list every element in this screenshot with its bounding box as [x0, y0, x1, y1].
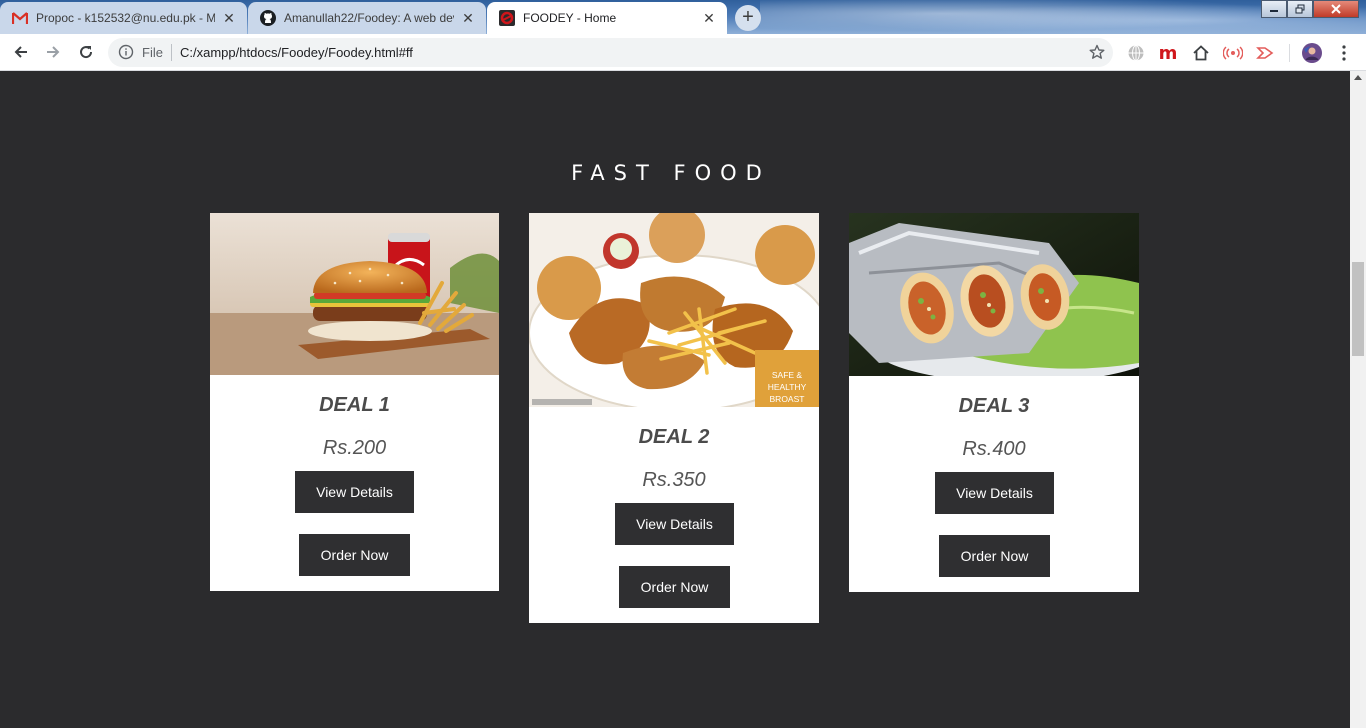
broast-meal-photo: SAFE & HEALTHY BROAST	[529, 213, 819, 407]
browser-toolbar: File C:/xampp/htdocs/Foodey/Foodey.html#…	[0, 34, 1366, 71]
burger-meal-photo	[210, 213, 499, 375]
profile-avatar-button[interactable]	[1302, 43, 1322, 63]
home-button[interactable]	[1191, 43, 1211, 63]
deal-price: Rs.350	[642, 469, 706, 491]
scrollbar-thumb[interactable]	[1352, 262, 1364, 356]
view-details-button[interactable]: View Details	[295, 471, 414, 513]
deal-card-2: SAFE & HEALTHY BROAST DEAL 2 Rs.350 View…	[529, 213, 819, 623]
close-icon	[1331, 4, 1341, 14]
close-tab-icon[interactable]: ✕	[221, 10, 237, 26]
forward-button[interactable]	[41, 40, 65, 64]
view-details-button[interactable]: View Details	[935, 472, 1054, 514]
m-extension-button[interactable]: m	[1158, 43, 1178, 64]
order-now-button[interactable]: Order Now	[939, 535, 1050, 577]
deal-card-3: DEAL 3 Rs.400 View Details Order Now	[849, 213, 1139, 592]
section-title: FAST FOOD	[571, 161, 771, 185]
broadcast-icon	[1223, 46, 1243, 60]
deal-card-1: DEAL 1 Rs.200 View Details Order Now	[210, 213, 499, 591]
menu-button[interactable]	[1334, 43, 1354, 63]
globe-icon	[1128, 45, 1144, 61]
tab-strip: Propoc - k152532@nu.edu.pk - M ✕ Amanull…	[0, 0, 1366, 34]
order-now-button[interactable]: Order Now	[619, 566, 730, 608]
deal-price: Rs.400	[962, 438, 1026, 460]
page-content: FAST FOOD DEAL 1 Rs.200 View Details Ord…	[0, 71, 1350, 728]
bookmark-star-icon[interactable]	[1089, 44, 1105, 60]
toolbar-divider	[1289, 44, 1290, 62]
avatar	[1302, 43, 1322, 63]
back-arrow-icon	[14, 46, 27, 58]
deal-name: DEAL 2	[638, 426, 710, 448]
badge-line-1: SAFE &	[772, 370, 803, 380]
deal-price: Rs.200	[322, 437, 387, 459]
url-text[interactable]: C:/xampp/htdocs/Foodey/Foodey.html#ff	[180, 45, 413, 60]
close-tab-icon[interactable]: ✕	[701, 10, 717, 26]
wrap-rolls-photo	[849, 213, 1139, 376]
scheme-label: File	[142, 45, 163, 60]
close-window-button[interactable]	[1313, 0, 1359, 18]
tab-title: Amanullah22/Foodey: A web dev	[284, 11, 454, 25]
tab-title: Propoc - k152532@nu.edu.pk - M	[36, 11, 215, 25]
share-extension-button[interactable]	[1255, 43, 1275, 63]
github-icon	[260, 10, 276, 26]
restore-button[interactable]	[1287, 0, 1313, 18]
reload-icon	[80, 46, 93, 59]
view-details-button[interactable]: View Details	[615, 503, 734, 545]
close-tab-icon[interactable]: ✕	[460, 10, 476, 26]
cast-extension-button[interactable]	[1223, 43, 1243, 63]
kebab-menu-icon	[1342, 45, 1346, 61]
scroll-up-arrow-icon[interactable]	[1354, 75, 1362, 80]
badge-line-2: HEALTHY	[768, 382, 807, 392]
back-button[interactable]	[9, 40, 33, 64]
address-bar[interactable]: File C:/xampp/htdocs/Foodey/Foodey.html#…	[108, 38, 1113, 67]
reload-button[interactable]	[74, 40, 98, 64]
deal-name: DEAL 1	[319, 394, 390, 416]
share-arrow-icon	[1256, 47, 1274, 59]
home-icon	[1193, 45, 1209, 61]
foodey-icon	[499, 10, 515, 26]
minimize-button[interactable]	[1261, 0, 1287, 18]
badge-line-3: BROAST	[770, 394, 805, 404]
tab-github[interactable]: Amanullah22/Foodey: A web dev ✕	[248, 2, 486, 34]
forward-arrow-icon	[47, 46, 60, 58]
info-icon[interactable]	[118, 44, 134, 60]
globe-extension-button[interactable]	[1126, 43, 1146, 63]
tab-foodey[interactable]: FOODEY - Home ✕	[487, 2, 727, 34]
page-scrollbar[interactable]	[1350, 71, 1366, 728]
window-controls	[1261, 0, 1359, 18]
address-divider	[171, 44, 172, 61]
gmail-icon	[12, 10, 28, 26]
minimize-icon	[1270, 10, 1278, 12]
restore-icon	[1295, 4, 1305, 14]
tab-gmail[interactable]: Propoc - k152532@nu.edu.pk - M ✕	[0, 2, 247, 34]
order-now-button[interactable]: Order Now	[299, 534, 410, 576]
new-tab-button[interactable]: +	[735, 5, 761, 31]
deal-name: DEAL 3	[958, 395, 1030, 417]
tab-title: FOODEY - Home	[523, 11, 617, 25]
